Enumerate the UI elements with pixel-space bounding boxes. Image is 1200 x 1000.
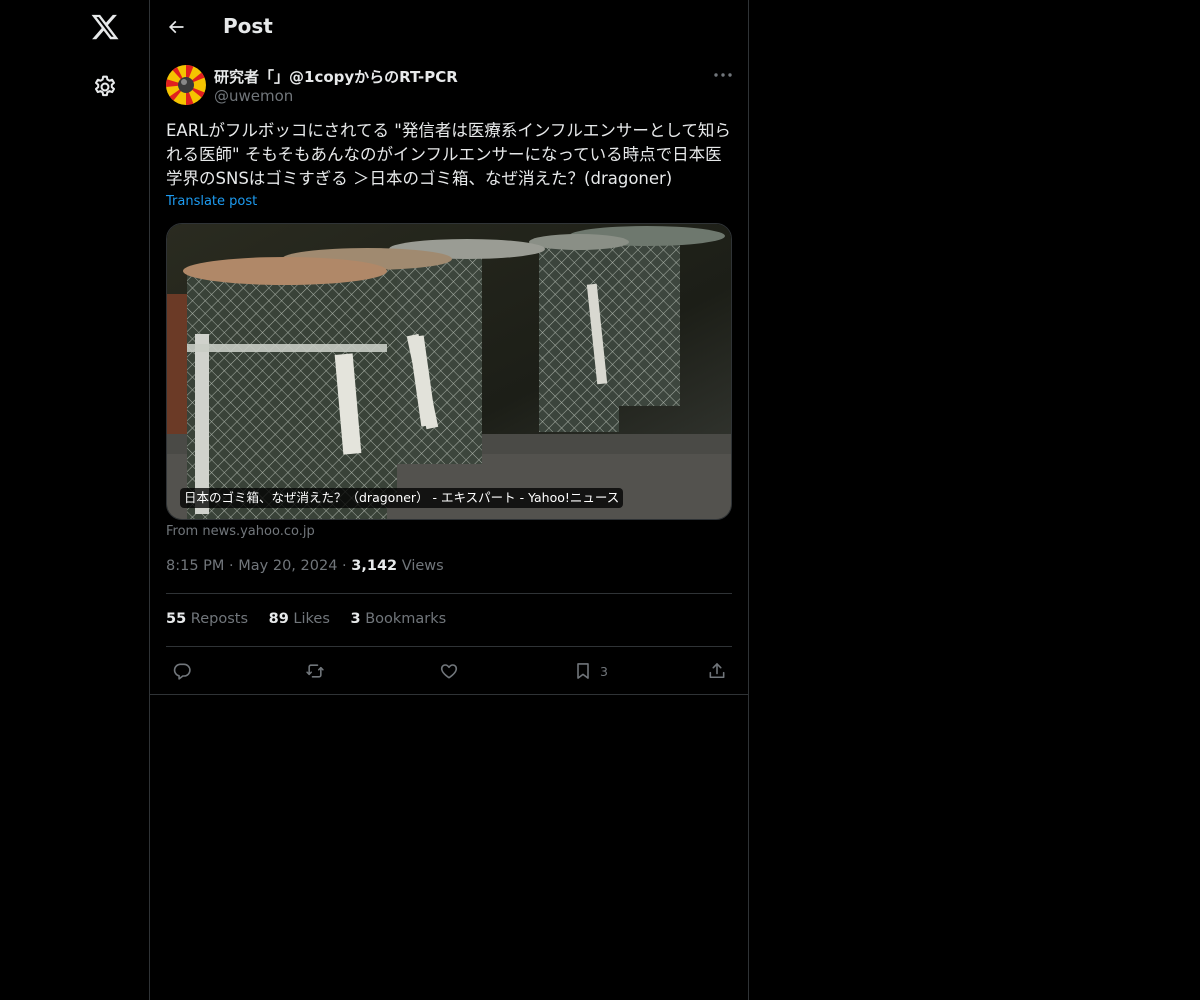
header: Post <box>150 0 748 54</box>
page-title: Post <box>223 14 273 38</box>
card-image <box>167 224 731 519</box>
share-icon <box>709 663 725 679</box>
card-caption: 日本のゴミ箱、なぜ消えた？（dragoner） - エキスパート - Yahoo… <box>180 488 624 508</box>
divider <box>150 694 748 695</box>
post-column: Post 研究者「」@1copyからのRT-PCR @uwemon EARLがフ… <box>149 0 749 1000</box>
like-button[interactable] <box>439 660 459 682</box>
separator: · <box>342 558 352 574</box>
bookmark-count: 3 <box>600 663 608 679</box>
likes-count: 89 <box>268 611 289 627</box>
left-nav <box>0 0 150 1000</box>
reposts-count: 55 <box>166 611 187 627</box>
separator: · <box>229 558 239 574</box>
author-name[interactable]: 研究者「」@1copyからのRT-PCR <box>214 66 458 87</box>
arrow-left-icon[interactable] <box>166 17 186 37</box>
post-stats: 55 Reposts 89 Likes 3 Bookmarks <box>166 611 462 627</box>
reply-button[interactable] <box>172 660 192 682</box>
bookmark-icon <box>577 663 589 679</box>
link-card[interactable]: 日本のゴミ箱、なぜ消えた？（dragoner） - エキスパート - Yahoo… <box>166 223 732 520</box>
likes-stat[interactable]: 89 Likes <box>269 611 330 627</box>
bookmarks-label: Bookmarks <box>365 611 447 627</box>
post-date[interactable]: May 20, 2024 <box>238 558 337 574</box>
divider <box>166 593 732 594</box>
bookmarks-count: 3 <box>350 611 361 627</box>
more-options-icon[interactable] <box>712 66 734 84</box>
card-source[interactable]: From news.yahoo.co.jp <box>166 524 315 539</box>
reposts-stat[interactable]: 55 Reposts <box>166 611 248 627</box>
translate-link[interactable]: Translate post <box>166 194 257 209</box>
author-handle[interactable]: @uwemon <box>214 87 293 105</box>
post-time[interactable]: 8:15 PM <box>166 558 224 574</box>
likes-label: Likes <box>293 611 330 627</box>
repost-button[interactable] <box>305 660 325 682</box>
reply-icon <box>173 663 191 680</box>
bookmark-button[interactable]: 3 <box>573 660 608 682</box>
x-logo-icon[interactable] <box>90 12 120 42</box>
avatar[interactable] <box>166 65 206 105</box>
post-text: EARLがフルボッコにされてる "発信者は医療系インフルエンサーとして知られる医… <box>166 121 731 188</box>
post-meta: 8:15 PM · May 20, 2024 · 3,142 Views <box>166 558 444 574</box>
divider <box>166 646 732 647</box>
reposts-label: Reposts <box>190 611 249 627</box>
views-label: Views <box>401 558 444 574</box>
views-count: 3,142 <box>351 558 398 574</box>
repost-icon <box>306 664 324 678</box>
bookmarks-stat[interactable]: 3 Bookmarks <box>351 611 447 627</box>
gear-icon[interactable] <box>92 74 118 100</box>
share-button[interactable] <box>707 660 727 682</box>
heart-icon <box>440 664 458 679</box>
